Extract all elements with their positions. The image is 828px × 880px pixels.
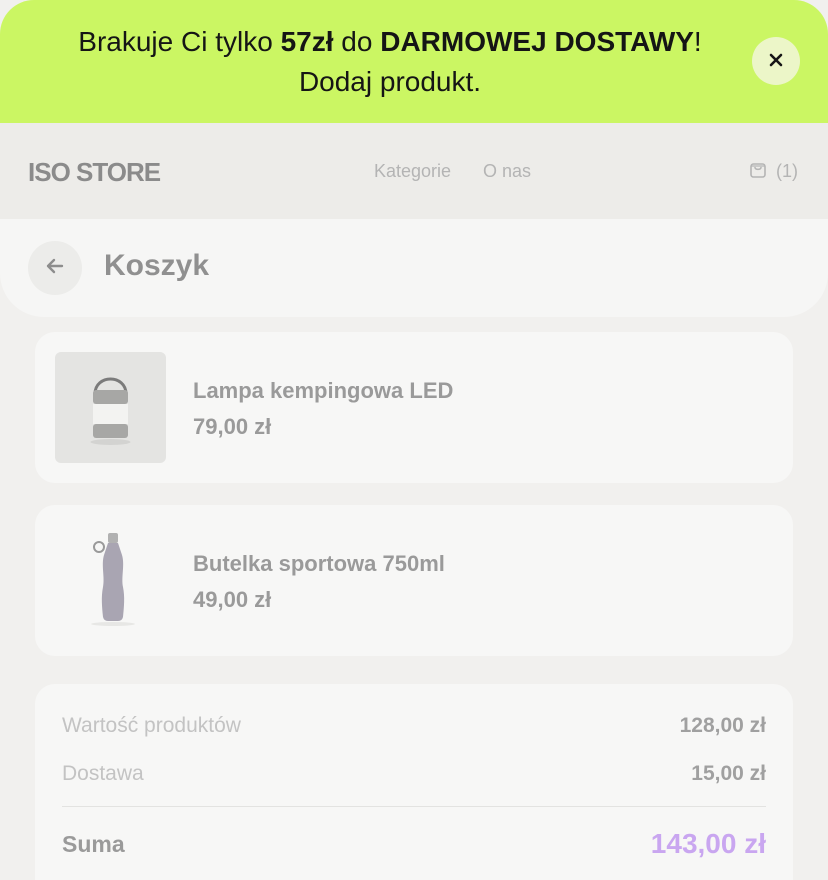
close-banner-button[interactable] xyxy=(752,37,800,85)
cart-item[interactable]: Butelka sportowa 750ml 49,00 zł xyxy=(35,505,793,656)
item-name[interactable]: Butelka sportowa 750ml xyxy=(193,551,445,577)
promo-highlight: DARMOWEJ DOSTAWY xyxy=(380,26,694,57)
item-name[interactable]: Lampa kempingowa LED xyxy=(193,378,453,404)
sport-bottle-image xyxy=(55,525,166,636)
products-value-label: Wartość produktów xyxy=(62,714,241,737)
total-label: Suma xyxy=(62,830,125,857)
free-shipping-banner: Brakuje Ci tylko 57zł do DARMOWEJ DOSTAW… xyxy=(0,0,828,123)
cart-screen: Brakuje Ci tylko 57zł do DARMOWEJ DOSTAW… xyxy=(0,0,828,880)
back-button[interactable] xyxy=(28,241,82,295)
shopping-bag-icon xyxy=(748,159,768,184)
total-value: 143,00 zł xyxy=(650,828,766,859)
promo-amount: 57zł xyxy=(280,26,334,57)
products-value: 128,00 zł xyxy=(679,714,766,737)
site-header: ISO STORE Kategorie O nas (1) xyxy=(0,123,828,219)
promo-text-part: do xyxy=(333,26,381,57)
arrow-left-icon xyxy=(43,254,67,283)
summary-divider xyxy=(62,806,766,807)
products-value-row: Wartość produktów 128,00 zł xyxy=(62,714,766,738)
cart-button[interactable]: (1) xyxy=(748,159,798,184)
store-logo[interactable]: ISO STORE xyxy=(28,157,161,188)
cart-item[interactable]: Lampa kempingowa LED 79,00 zł xyxy=(35,332,793,483)
nav-link-about[interactable]: O nas xyxy=(483,161,531,182)
page-title: Koszyk xyxy=(104,249,210,282)
free-shipping-message: Brakuje Ci tylko 57zł do DARMOWEJ DOSTAW… xyxy=(70,22,710,102)
total-row: Suma 143,00 zł xyxy=(62,828,766,860)
camping-lamp-image xyxy=(55,352,166,463)
nav-link-categories[interactable]: Kategorie xyxy=(374,161,451,182)
order-summary: Wartość produktów 128,00 zł Dostawa 15,0… xyxy=(35,684,793,880)
page-header: Koszyk xyxy=(0,219,828,317)
cart-count: (1) xyxy=(776,161,798,181)
item-price: 49,00 zł xyxy=(193,587,272,612)
item-price: 79,00 zł xyxy=(193,414,272,439)
shipping-value: 15,00 zł xyxy=(691,762,766,785)
shipping-row: Dostawa 15,00 zł xyxy=(62,762,766,786)
shipping-label: Dostawa xyxy=(62,762,144,785)
promo-text-part: Brakuje Ci tylko xyxy=(78,26,281,57)
close-icon xyxy=(769,53,783,70)
